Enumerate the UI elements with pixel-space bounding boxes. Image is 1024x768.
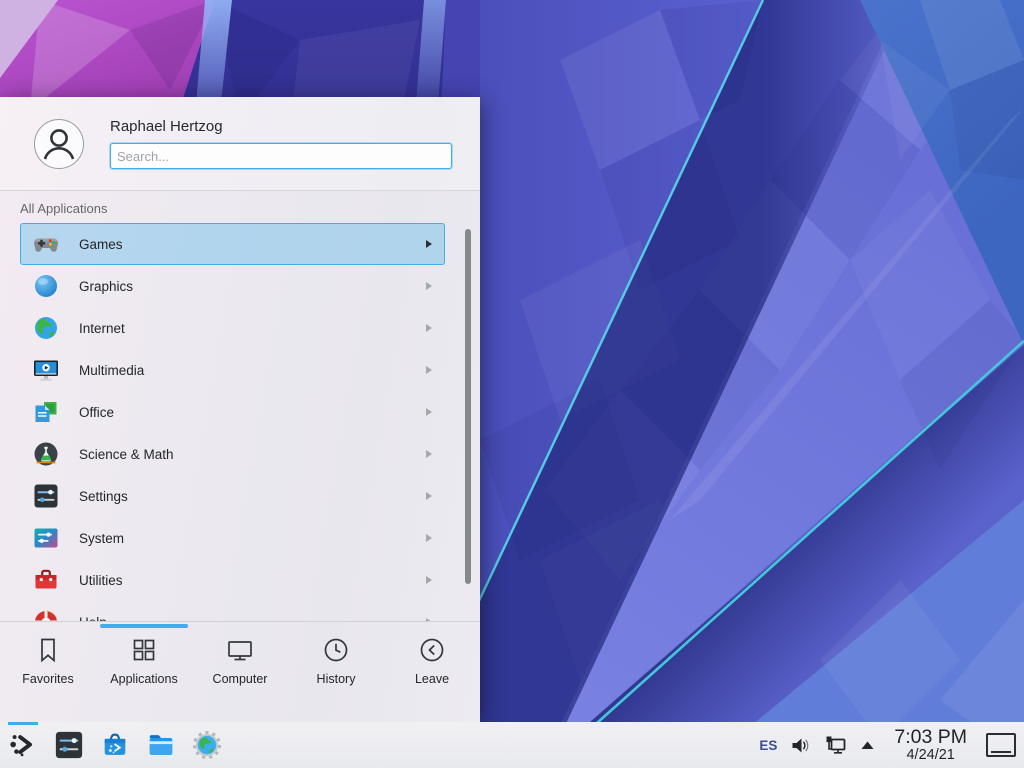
taskbar-app-icons — [0, 730, 222, 760]
clock-time: 7:03 PM — [894, 728, 967, 748]
tab-applications[interactable]: Applications — [96, 635, 192, 686]
chevron-right-icon — [426, 534, 432, 542]
active-tab-indicator — [100, 624, 188, 628]
category-label: Internet — [79, 321, 125, 336]
chevron-right-icon — [426, 324, 432, 332]
tab-label: Computer — [213, 672, 268, 686]
gamepad-icon — [33, 231, 59, 257]
chevron-right-icon — [426, 450, 432, 458]
category-label: Settings — [79, 489, 128, 504]
category-label: Multimedia — [79, 363, 144, 378]
category-label: Games — [79, 237, 123, 252]
globe-icon — [33, 315, 59, 341]
category-item-settings[interactable]: Settings — [20, 475, 445, 517]
launcher-footer: Favorites Applications Computer History Leav… — [0, 621, 480, 722]
launcher-header: Raphael Hertzog — [0, 97, 480, 191]
tab-label: Leave — [415, 672, 449, 686]
system-tray: ES 7:03 PM 4/24/21 — [759, 728, 1024, 763]
lifebuoy-icon — [33, 609, 59, 621]
taskbar-discover-button[interactable] — [100, 730, 130, 760]
application-launcher-menu: Raphael Hertzog All Applications Games Gr… — [0, 97, 480, 722]
network-icon[interactable] — [824, 734, 847, 757]
tab-label: Applications — [110, 672, 177, 686]
media-screen-icon — [33, 357, 59, 383]
category-label: Office — [79, 405, 114, 420]
show-desktop-button[interactable] — [986, 733, 1016, 757]
category-item-graphics[interactable]: Graphics — [20, 265, 445, 307]
chevron-right-icon — [426, 492, 432, 500]
scrollbar[interactable] — [465, 229, 471, 584]
taskbar-system-settings-button[interactable] — [54, 730, 84, 760]
leave-icon — [417, 635, 447, 665]
chevron-right-icon — [426, 240, 432, 248]
category-item-games[interactable]: Games — [20, 223, 445, 265]
category-item-science-math[interactable]: Science & Math — [20, 433, 445, 475]
taskbar-file-manager-button[interactable] — [146, 730, 176, 760]
category-item-multimedia[interactable]: Multimedia — [20, 349, 445, 391]
category-label: Graphics — [79, 279, 133, 294]
chevron-right-icon — [426, 576, 432, 584]
category-label: Science & Math — [79, 447, 174, 462]
search-input[interactable] — [110, 143, 452, 169]
chevron-right-icon — [426, 408, 432, 416]
category-item-office[interactable]: Office — [20, 391, 445, 433]
taskbar-app-launcher-button[interactable] — [8, 730, 38, 760]
app-grid-icon — [129, 635, 159, 665]
category-item-help[interactable]: Help — [20, 601, 445, 621]
keyboard-layout-indicator[interactable]: ES — [759, 738, 777, 753]
bookmark-icon — [33, 635, 63, 665]
toolbox-icon — [33, 567, 59, 593]
volume-icon[interactable] — [790, 735, 811, 756]
flask-icon — [33, 441, 59, 467]
category-item-utilities[interactable]: Utilities — [20, 559, 445, 601]
globe-gear-icon — [192, 730, 222, 760]
sliders-icon — [33, 483, 59, 509]
tab-bar: Favorites Applications Computer History Leav… — [0, 622, 480, 686]
tab-computer[interactable]: Computer — [192, 635, 288, 686]
paint-ball-icon — [33, 273, 59, 299]
expand-tray-caret-icon[interactable] — [860, 739, 875, 751]
user-avatar-icon — [33, 118, 85, 170]
chevron-right-icon — [426, 366, 432, 374]
category-item-system[interactable]: System — [20, 517, 445, 559]
category-list: Games Graphics Internet Multimedia Office Sci… — [0, 223, 480, 621]
settings-app-icon — [54, 730, 84, 760]
tab-history[interactable]: History — [288, 635, 384, 686]
kickoff-icon — [8, 730, 38, 760]
discover-bag-icon — [100, 730, 130, 760]
folder-icon — [146, 730, 176, 760]
chevron-right-icon — [426, 282, 432, 290]
category-label: System — [79, 531, 124, 546]
history-clock-icon — [321, 635, 351, 665]
taskbar-web-browser-button[interactable] — [192, 730, 222, 760]
tab-favorites[interactable]: Favorites — [0, 635, 96, 686]
category-label: Utilities — [79, 573, 123, 588]
computer-icon — [225, 635, 255, 665]
documents-icon — [33, 399, 59, 425]
tab-label: History — [317, 672, 356, 686]
digital-clock[interactable]: 7:03 PM 4/24/21 — [894, 728, 967, 763]
clock-date: 4/24/21 — [906, 748, 954, 763]
category-item-internet[interactable]: Internet — [20, 307, 445, 349]
user-name: Raphael Hertzog — [110, 118, 452, 135]
system-sliders-icon — [33, 525, 59, 551]
section-label: All Applications — [20, 201, 480, 216]
tab-label: Favorites — [22, 672, 73, 686]
taskbar: ES 7:03 PM 4/24/21 — [0, 722, 1024, 768]
tab-leave[interactable]: Leave — [384, 635, 480, 686]
